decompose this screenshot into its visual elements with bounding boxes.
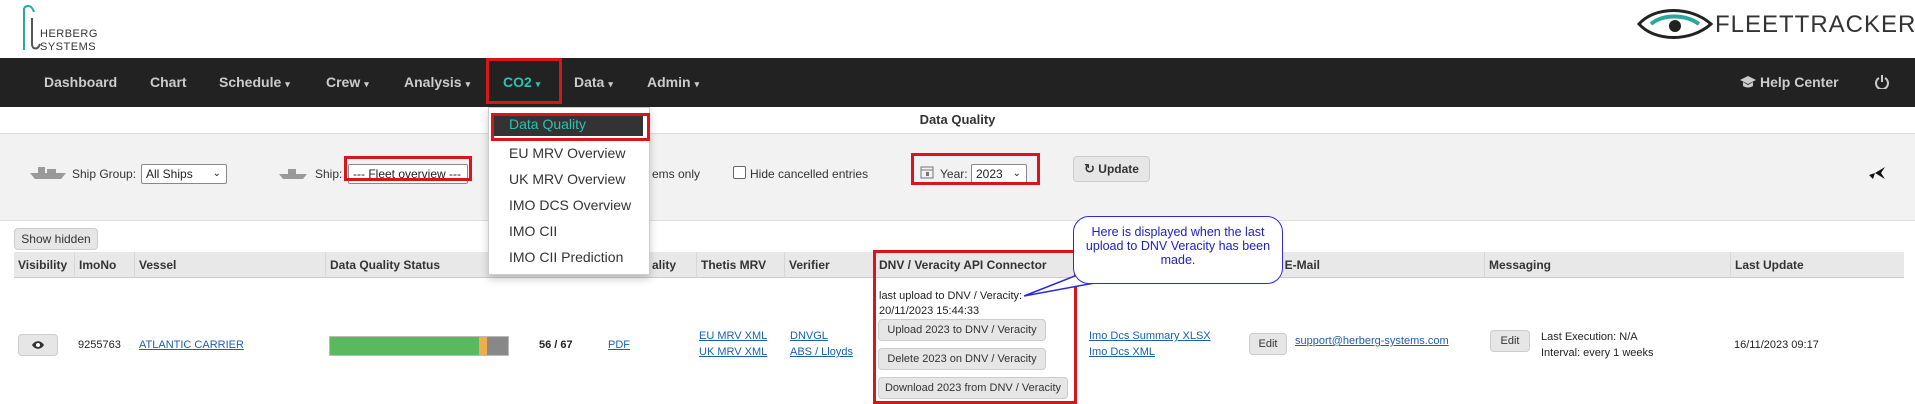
callout-annotation: Here is displayed when the last upload t…	[1073, 216, 1283, 284]
callout-pointer	[1023, 269, 1102, 297]
